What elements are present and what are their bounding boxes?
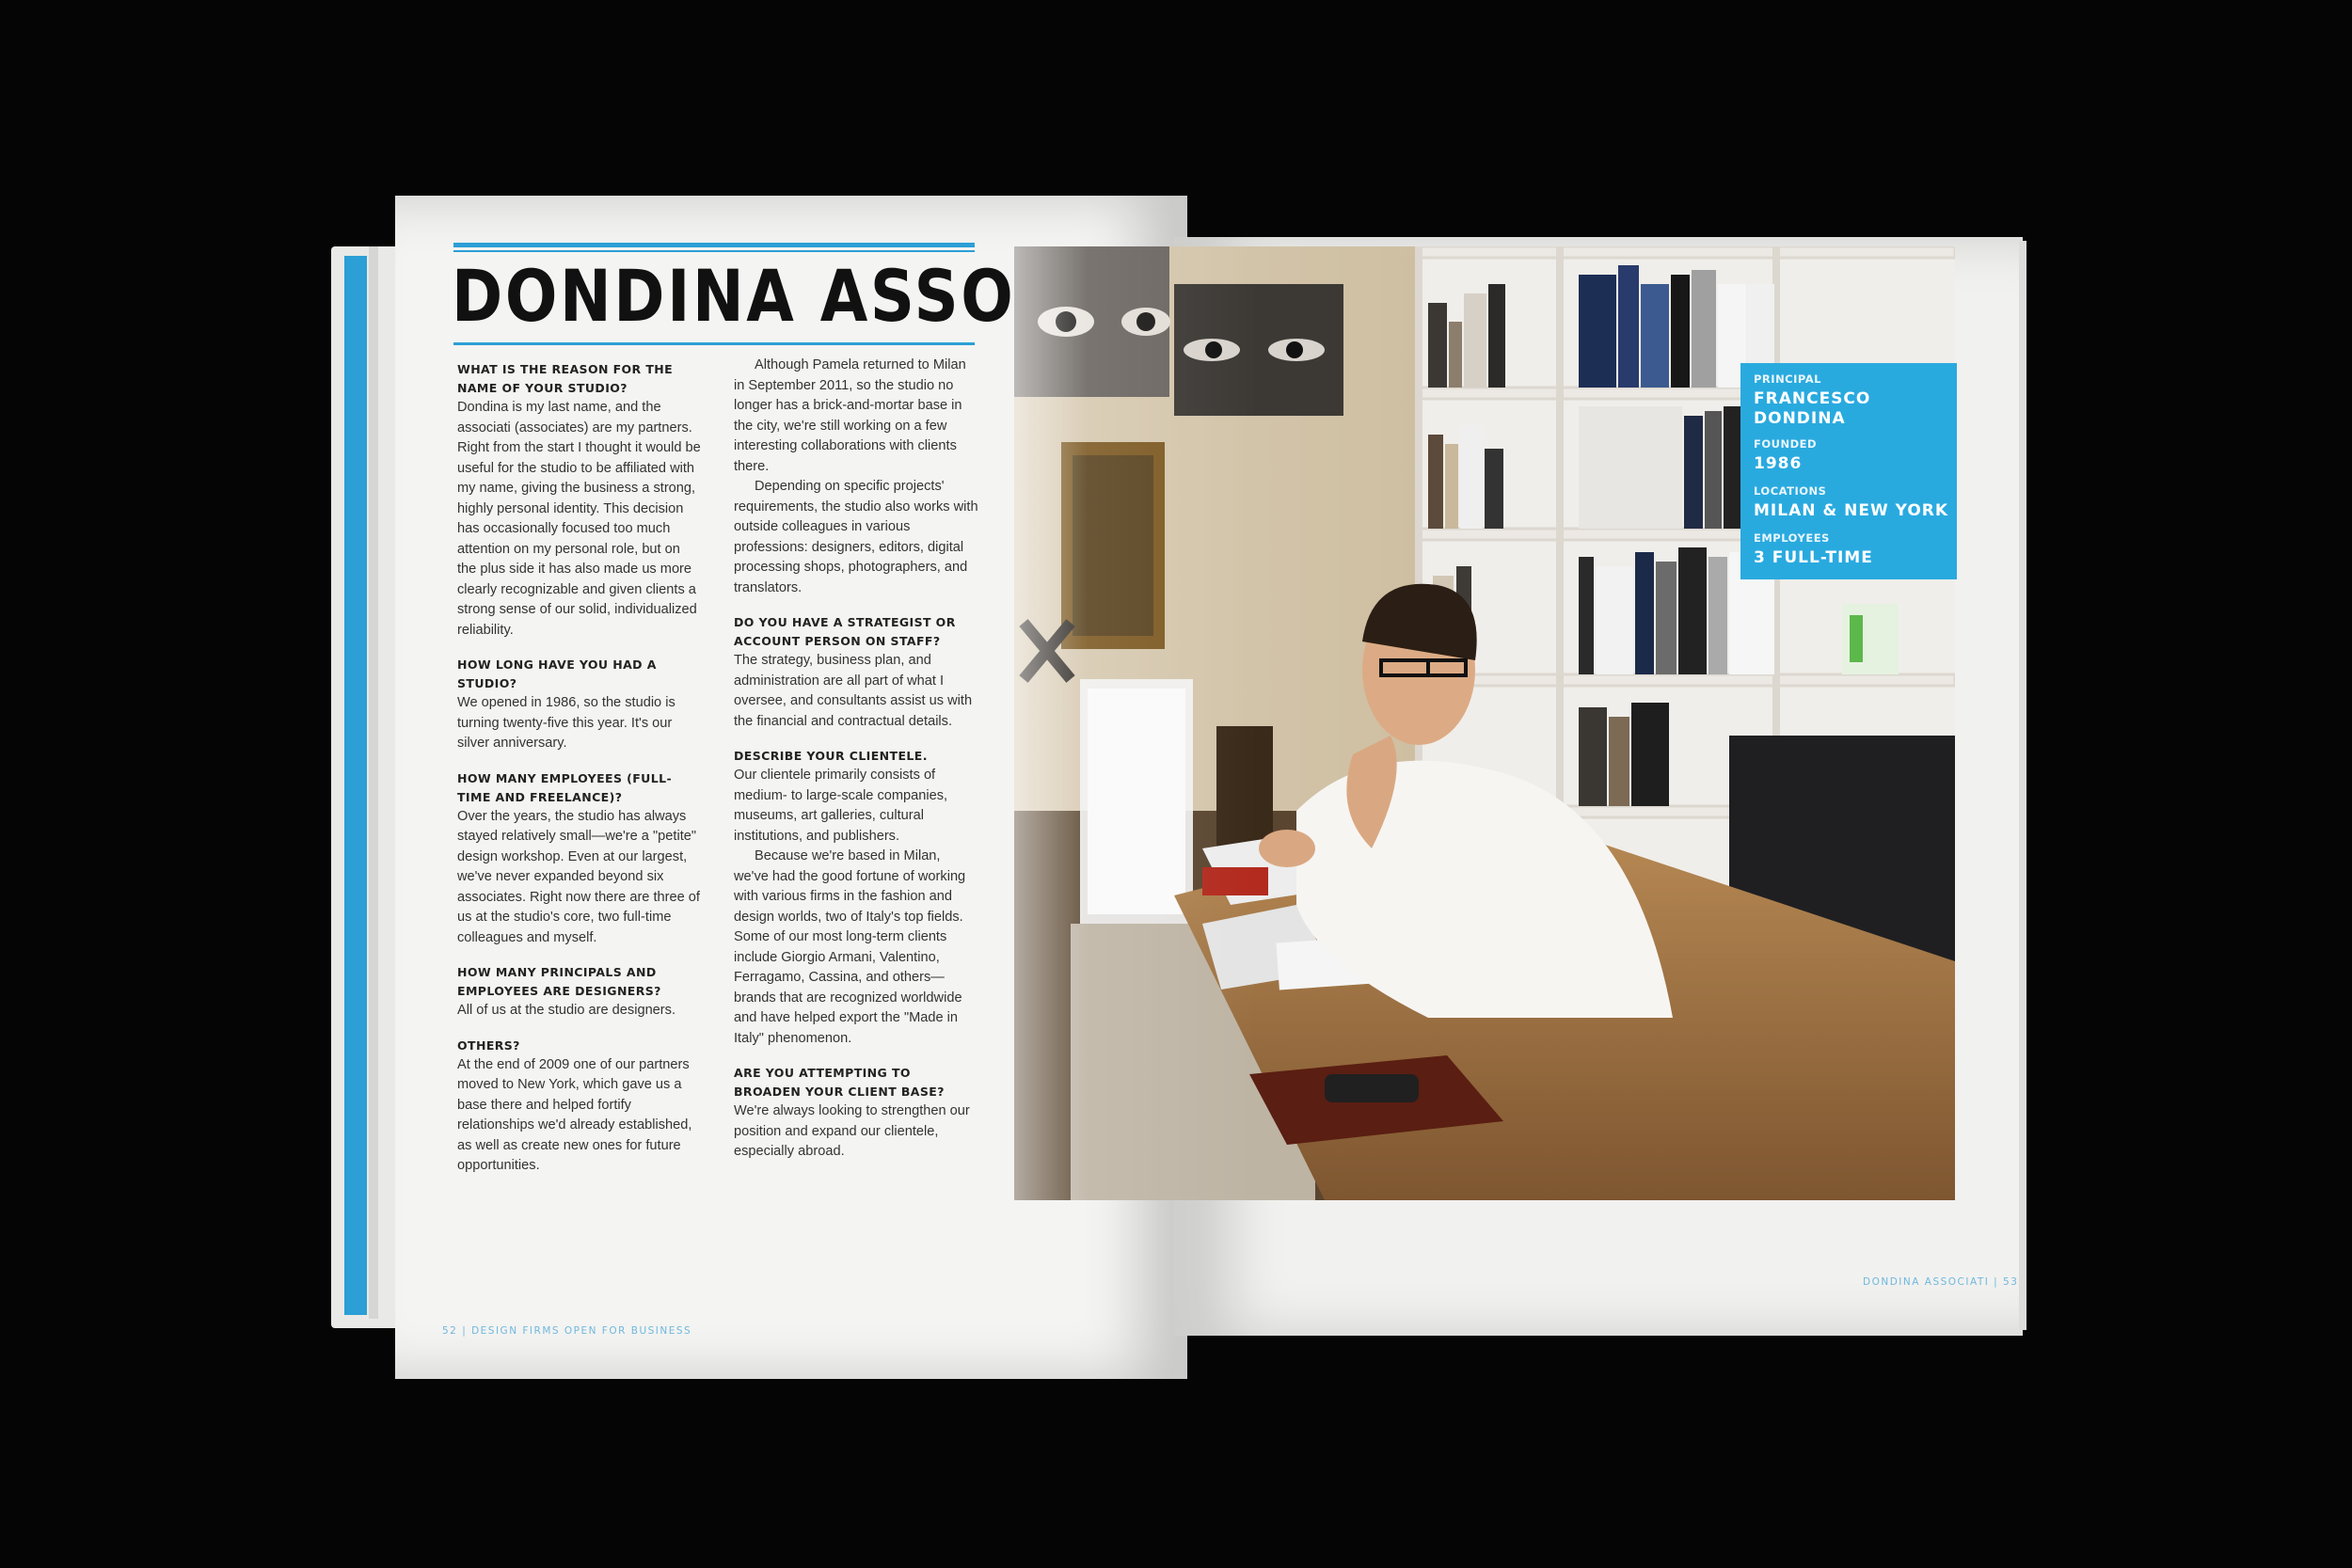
- open-book: DONDINA ASSOCIATI WHAT IS THE REASON FOR…: [0, 0, 2352, 1568]
- question-heading: HOW MANY PRINCIPALS AND EMPLOYEES ARE DE…: [457, 965, 661, 998]
- right-page-stack-edge: [2019, 241, 2026, 1330]
- employees-value: 3 FULL-TIME: [1754, 548, 1873, 567]
- page-stack-edge: [369, 246, 378, 1319]
- question-heading: OTHERS?: [457, 1037, 520, 1053]
- answer-paragraph: We opened in 1986, so the studio is turn…: [457, 695, 675, 751]
- founded-value: 1986: [1754, 454, 1803, 473]
- title-rule-top: [453, 243, 975, 247]
- answer-paragraph: We're always looking to strengthen our p…: [734, 1103, 970, 1159]
- page-footer-left: 52 | DESIGN FIRMS OPEN FOR BUSINESS: [442, 1325, 692, 1337]
- cover-blue-stripe: [344, 256, 367, 1315]
- question-heading: HOW MANY EMPLOYEES (FULL-TIME AND FREELA…: [457, 770, 673, 804]
- founded-label: FOUNDED: [1754, 437, 1818, 451]
- principal-name-line2: DONDINA: [1754, 409, 1846, 428]
- principal-label: PRINCIPAL: [1754, 372, 1822, 386]
- title-rule-bottom: [453, 342, 975, 345]
- principal-name-line1: FRANCESCO: [1754, 389, 1871, 408]
- page-title: DONDINA ASSOCIATI: [452, 254, 1204, 338]
- answer-paragraph: Depending on specific projects' requirem…: [734, 479, 978, 595]
- title-rule-top-thin: [453, 250, 975, 252]
- locations-label: LOCATIONS: [1754, 484, 1827, 498]
- answer-paragraph: Dondina is my last name, and the associa…: [457, 400, 701, 638]
- locations-value: MILAN & NEW YORK: [1754, 501, 1949, 520]
- answer-paragraph: The strategy, business plan, and adminis…: [734, 653, 973, 729]
- answer-paragraph: Although Pamela returned to Milan in Sep…: [734, 357, 966, 474]
- question-heading: HOW LONG HAVE YOU HAD A STUDIO?: [457, 657, 657, 690]
- question-heading: DESCRIBE YOUR CLIENTELE.: [734, 749, 928, 763]
- question-heading: WHAT IS THE REASON FOR THE NAME OF YOUR …: [457, 362, 674, 395]
- question-heading: DO YOU HAVE A STRATEGIST OR ACCOUNT PERS…: [734, 615, 956, 648]
- text-column-1: WHAT IS THE REASON FOR THE NAME OF YOUR …: [457, 360, 702, 1177]
- page-footer-right: DONDINA ASSOCIATI | 53: [1863, 1276, 2019, 1288]
- answer-paragraph: At the end of 2009 one of our partners m…: [457, 1056, 692, 1174]
- answer-paragraph: All of us at the studio are designers.: [457, 1003, 676, 1018]
- firm-info-box: PRINCIPAL FRANCESCO DONDINA FOUNDED 1986…: [1740, 363, 1957, 579]
- answer-paragraph: Over the years, the studio has always st…: [457, 808, 700, 945]
- answer-paragraph: Because we're based in Milan, we've had …: [734, 848, 966, 1046]
- question-heading: ARE YOU ATTEMPTING TO BROADEN YOUR CLIEN…: [734, 1066, 945, 1099]
- text-column-2: Although Pamela returned to Milan in Sep…: [734, 356, 978, 1163]
- employees-label: EMPLOYEES: [1754, 531, 1830, 545]
- answer-paragraph: Our clientele primarily consists of medi…: [734, 768, 948, 844]
